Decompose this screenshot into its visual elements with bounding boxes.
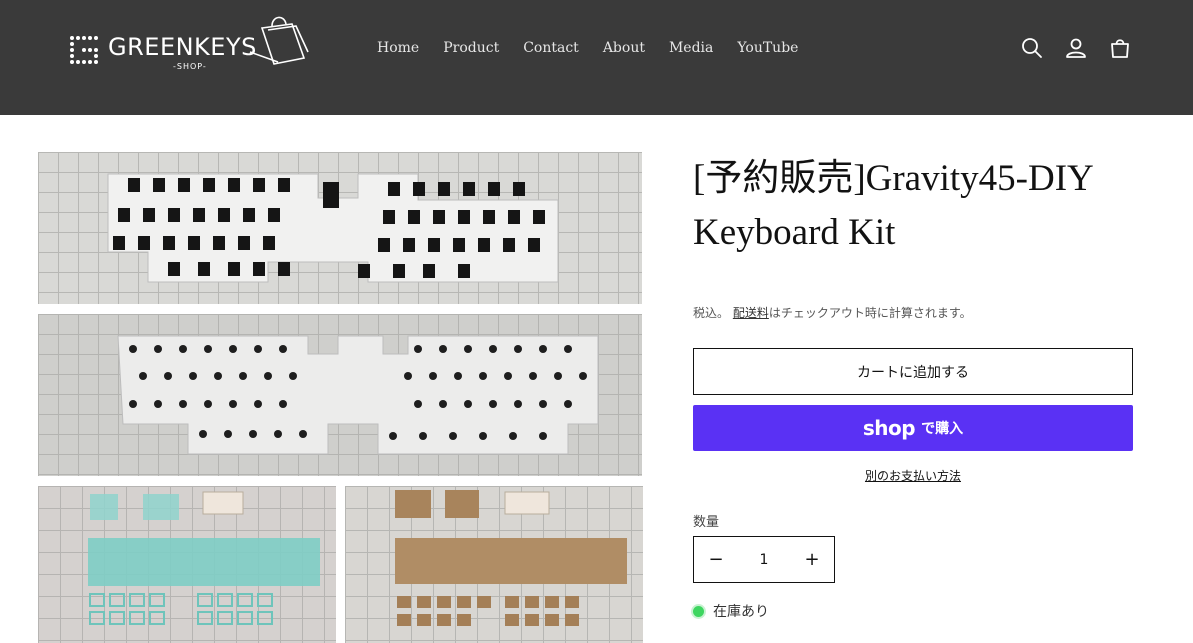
account-icon[interactable] [1064, 36, 1088, 60]
main-nav: Home Product Contact About Media YouTube [377, 40, 822, 56]
search-icon[interactable] [1020, 36, 1044, 60]
tax-prefix: 税込。 [693, 306, 730, 320]
quantity-decrease-button[interactable]: − [694, 537, 738, 582]
quantity-label: 数量 [693, 515, 720, 530]
stock-status: 在庫あり [693, 601, 769, 621]
nav-media[interactable]: Media [669, 40, 713, 56]
product-image-acrylic-case[interactable] [38, 486, 336, 643]
logo-g-mark-icon [70, 36, 98, 64]
nav-home[interactable]: Home [377, 40, 419, 56]
nav-contact[interactable]: Contact [523, 40, 579, 56]
logo-text: GREENKEYS [108, 33, 257, 61]
site-header: GREENKEYS -SHOP- Home Product Contact Ab… [0, 0, 1193, 115]
product-image-plate[interactable] [38, 314, 642, 476]
shipping-link[interactable]: 配送料 [733, 306, 769, 320]
quantity-stepper: − 1 + [693, 536, 835, 583]
nav-product[interactable]: Product [443, 40, 499, 56]
wood-illustration [395, 490, 627, 626]
quantity-increase-button[interactable]: + [790, 537, 834, 582]
plate-illustration [117, 335, 599, 455]
tax-shipping-note: 税込。 配送料はチェックアウト時に計算されます。 [693, 304, 972, 321]
pcb-top-illustration [107, 173, 559, 283]
greenkeys-logo[interactable]: GREENKEYS -SHOP- [68, 12, 313, 78]
add-to-cart-button[interactable]: カートに追加する [693, 348, 1133, 395]
product-image-pcb-top[interactable] [38, 152, 642, 304]
shopping-bag-logo-icon [249, 16, 309, 65]
shop-pay-label: で購入 [921, 421, 964, 437]
tax-suffix: はチェックアウト時に計算されます。 [768, 306, 972, 320]
logo-subtext: -SHOP- [173, 62, 207, 71]
product-title: [予約販売]Gravity45-DIY Keyboard Kit [693, 158, 1093, 253]
product-image-wood-case[interactable] [345, 486, 643, 643]
in-stock-dot-icon [693, 605, 704, 617]
shop-pay-logo: shop [862, 416, 916, 440]
acrylic-illustration [88, 491, 320, 625]
shop-pay-button[interactable]: shop で購入 [693, 405, 1133, 451]
stock-label: 在庫あり [713, 604, 769, 620]
nav-about[interactable]: About [603, 40, 645, 56]
nav-youtube[interactable]: YouTube [737, 40, 798, 56]
quantity-input[interactable]: 1 [738, 537, 790, 582]
cart-icon[interactable] [1108, 36, 1132, 60]
more-payment-options-link[interactable]: 別のお支払い方法 [693, 467, 1133, 484]
